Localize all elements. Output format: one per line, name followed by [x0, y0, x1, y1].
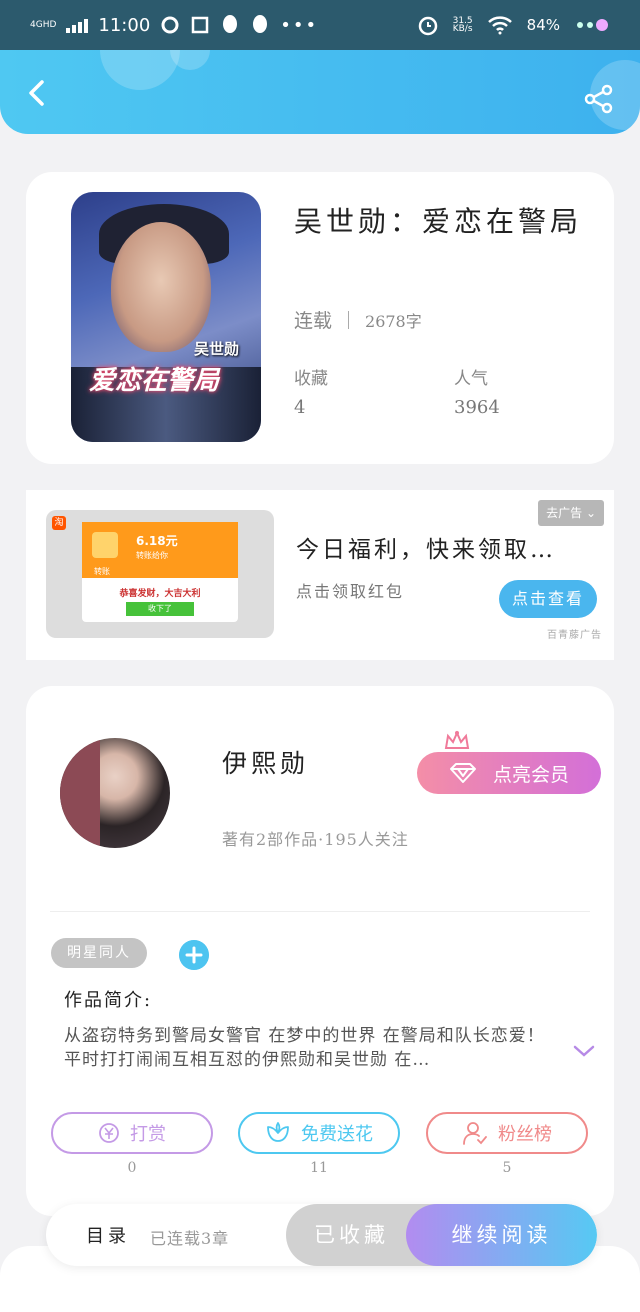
ad-view-button[interactable]: 点击查看 [499, 580, 597, 618]
fan-ranking-label: 粉丝榜 [498, 1124, 552, 1145]
flower-count: 11 [310, 1160, 328, 1176]
cover-title-text: 爱恋在警局 [89, 366, 220, 396]
qq-icon [253, 15, 268, 33]
taobao-icon: 淘 [52, 516, 66, 530]
chevron-down-icon: ⌄ [585, 506, 596, 520]
envelope-message: 恭喜发财，大吉大利 [119, 589, 201, 599]
red-envelope-image: 6.18元 转账给你 转账 恭喜发财，大吉大利 收下了 [82, 522, 238, 622]
back-arrow-icon[interactable] [22, 78, 52, 108]
top-header [0, 50, 640, 134]
status-bar: 4GHD 11:00 ••• 31.5 KB/s 84% [0, 0, 640, 50]
serial-status: 连载 [294, 310, 333, 332]
vip-button-label: 点亮会员 [492, 763, 569, 786]
diamond-icon [449, 763, 476, 783]
favorites-stat: 收藏 4 [294, 364, 328, 418]
book-status-line: 连载 2678字 [294, 306, 422, 333]
envelope-subtitle: 转账给你 [136, 551, 168, 560]
send-flower-label: 免费送花 [301, 1124, 373, 1145]
ad-source: 百青藤广告 [547, 630, 602, 641]
network-type: 4GHD [30, 20, 57, 30]
activate-vip-button[interactable]: 点亮会员 [417, 752, 601, 794]
battery-level: 84% [526, 16, 560, 34]
envelope-button: 收下了 [126, 602, 194, 616]
intro-text: 从盗窃特务到警局女警官 在梦中的世界 在警局和队长恋爱！平时打打闹闹互相互怼的伊… [64, 1026, 545, 1070]
yuan-coin-icon [99, 1123, 119, 1143]
send-flower-button[interactable]: 免费送花 [238, 1112, 400, 1154]
ad-subtitle: 点击领取红包 [296, 582, 405, 601]
share-icon[interactable] [584, 84, 614, 114]
ad-thumbnail[interactable]: 淘 6.18元 转账给你 转账 恭喜发财，大吉大利 收下了 [46, 510, 274, 638]
app-notification-icon [161, 16, 179, 34]
popularity-value: 3964 [454, 397, 500, 418]
battery-icon [577, 19, 608, 31]
ad-banner[interactable]: 淘 6.18元 转账给你 转账 恭喜发财，大吉大利 收下了 今日福利，快来领取…… [26, 490, 614, 660]
book-title: 吴世勋：爱恋在警局 [294, 205, 583, 238]
intro-heading: 作品简介: [64, 990, 153, 1011]
wifi-icon [487, 16, 512, 35]
add-tag-icon[interactable] [179, 940, 209, 970]
author-meta: 著有2部作品·195人关注 [222, 830, 409, 849]
popularity-label: 人气 [454, 369, 488, 389]
envelope-amount: 6.18元 [136, 534, 178, 548]
status-time: 11:00 [98, 14, 151, 36]
reward-label: 打赏 [130, 1124, 166, 1145]
toc-button[interactable]: 目录 [86, 1222, 130, 1248]
chapter-count[interactable]: 已连载3章 [150, 1225, 229, 1249]
reward-button[interactable]: 打赏 [51, 1112, 213, 1154]
author-card: 伊熙勋 著有2部作品·195人关注 点亮会员 明星同人 作品简介: 从盗窃特务到… [26, 686, 614, 1216]
fan-count: 5 [502, 1160, 512, 1176]
flower-icon [267, 1122, 289, 1142]
favorites-value: 4 [294, 397, 306, 418]
transfer-icon [92, 532, 118, 558]
favorites-label: 收藏 [294, 369, 328, 389]
ad-title: 今日福利，快来领取… [296, 537, 556, 563]
fan-ranking-button[interactable]: 粉丝榜 [426, 1112, 588, 1154]
alarm-icon [418, 16, 437, 36]
book-info-card: 吴世勋 爱恋在警局 吴世勋：爱恋在警局 连载 2678字 收藏 4 人气 396… [26, 172, 614, 464]
author-name[interactable]: 伊熙勋 [222, 744, 309, 780]
cover-author-text: 吴世勋 [193, 340, 239, 358]
divider [50, 911, 590, 912]
popularity-stat: 人气 3964 [454, 364, 500, 418]
word-count: 2678字 [365, 311, 422, 331]
user-icon [463, 1122, 487, 1145]
continue-reading-button[interactable]: 继续阅读 [406, 1204, 597, 1266]
more-notifications: ••• [280, 14, 319, 36]
reward-count: 0 [127, 1160, 137, 1176]
qq-icon [223, 15, 238, 33]
book-cover[interactable]: 吴世勋 爱恋在警局 [71, 192, 261, 442]
envelope-tag: 转账 [94, 567, 110, 576]
app-notification-icon [192, 16, 209, 34]
expand-chevron-icon[interactable] [572, 1042, 596, 1060]
net-speed-unit: KB/s [452, 24, 473, 34]
remove-ad-label: 去广告 [546, 506, 583, 520]
crown-icon [444, 730, 470, 749]
remove-ad-button[interactable]: 去广告 ⌄ [538, 500, 604, 526]
signal-icon [66, 17, 89, 33]
bottom-action-bar: 目录 已连载3章 已收藏 继续阅读 [46, 1204, 597, 1266]
author-avatar[interactable] [60, 738, 170, 848]
category-tag[interactable]: 明星同人 [51, 938, 147, 968]
